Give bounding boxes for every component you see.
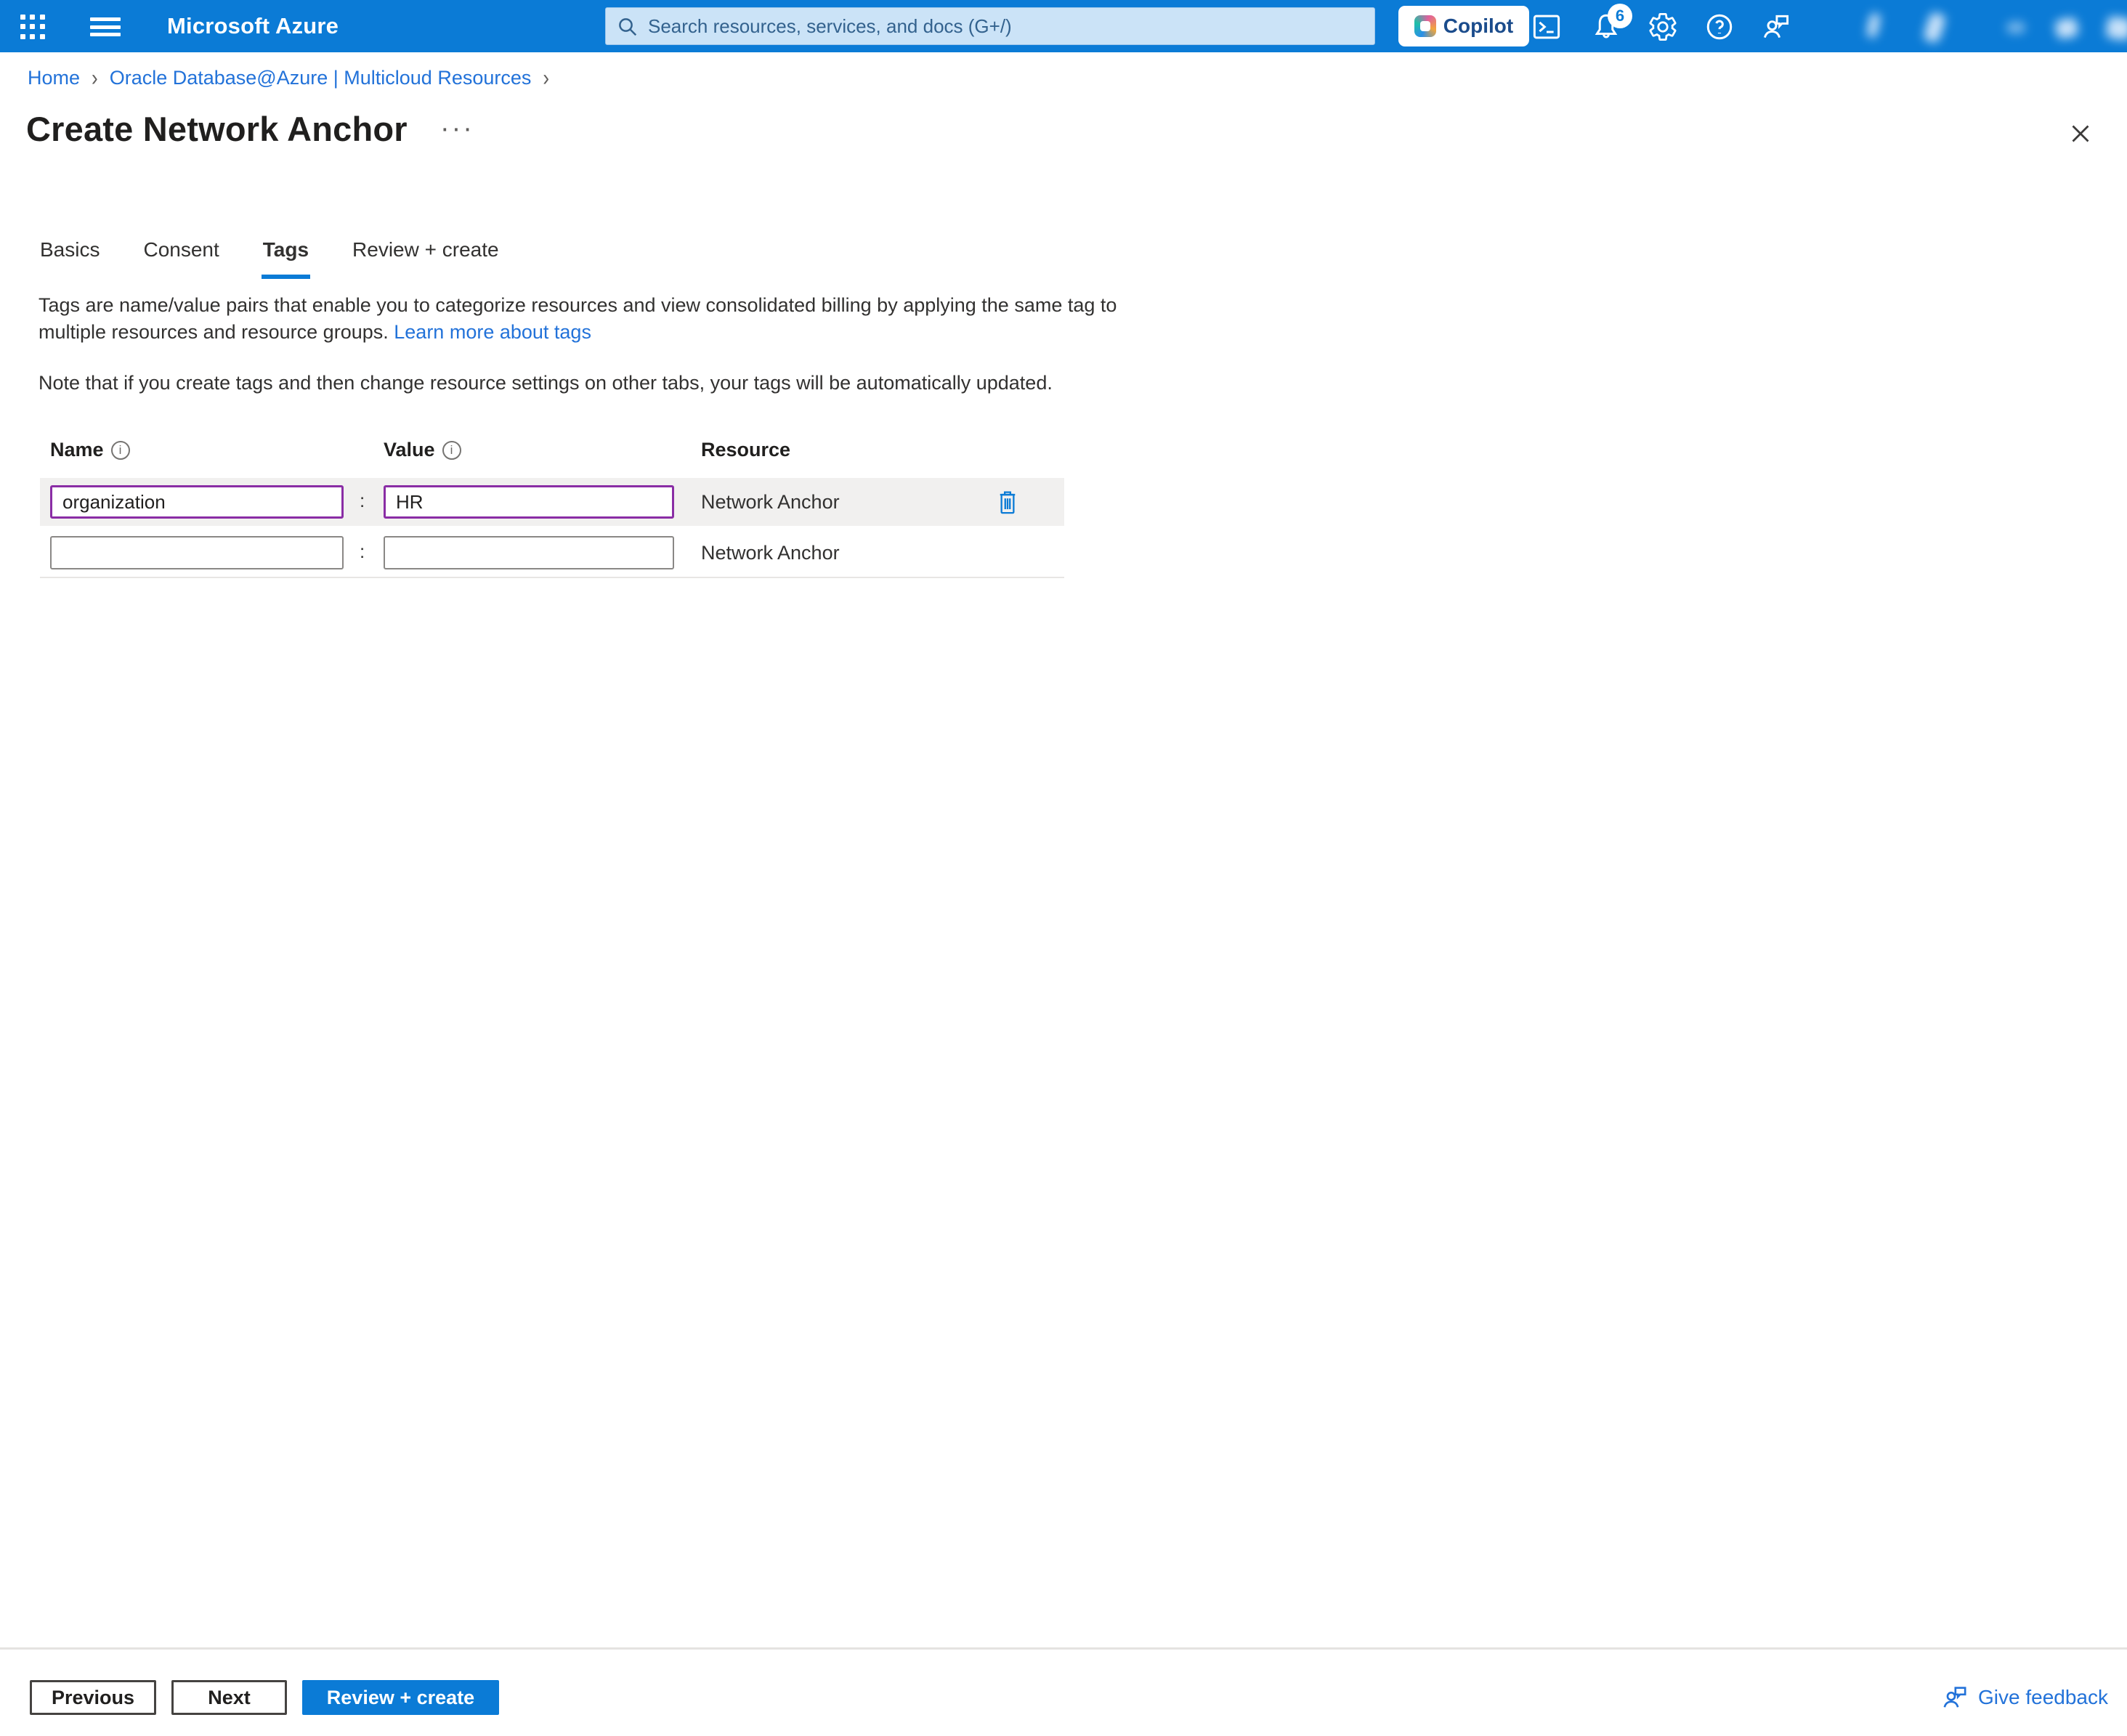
settings-gear-icon[interactable]: [1646, 10, 1680, 44]
feedback-person-icon: [1940, 1683, 1969, 1712]
tag-resource-2: Network Anchor: [701, 542, 840, 564]
cloud-shell-icon[interactable]: [1530, 10, 1563, 44]
copilot-icon: [1414, 15, 1436, 37]
tab-basics[interactable]: Basics: [39, 234, 101, 279]
top-bar: Microsoft Azure Copilot 6: [0, 0, 2127, 52]
page-title: Create Network Anchor: [26, 109, 408, 149]
hamburger-menu-icon[interactable]: [90, 15, 121, 39]
tab-consent[interactable]: Consent: [142, 234, 220, 279]
copilot-button[interactable]: Copilot: [1398, 6, 1529, 46]
breadcrumb-home[interactable]: Home: [28, 67, 80, 89]
info-icon[interactable]: i: [111, 441, 130, 460]
notification-count-badge: 6: [1608, 4, 1632, 28]
azure-brand-title: Microsoft Azure: [167, 13, 339, 39]
blurred-account-info: [1851, 0, 2127, 52]
footer-buttons: Previous Next Review + create: [30, 1680, 499, 1715]
give-feedback-link[interactable]: Give feedback: [1940, 1683, 2108, 1712]
context-menu-ellipsis-icon[interactable]: ···: [440, 115, 474, 142]
tab-review-create[interactable]: Review + create: [351, 234, 501, 279]
column-header-value: Value i: [384, 439, 461, 461]
info-icon[interactable]: i: [442, 441, 461, 460]
tags-table: Name i Value i Resource : Network Anchor: [40, 436, 1064, 581]
tag-name-input-1[interactable]: [50, 485, 344, 519]
search-input[interactable]: [605, 7, 1375, 45]
close-icon[interactable]: [2062, 115, 2099, 153]
wizard-tabs: Basics Consent Tags Review + create: [39, 234, 501, 279]
search-icon: [617, 16, 639, 38]
tags-description: Tags are name/value pairs that enable yo…: [39, 292, 1128, 346]
global-search: [605, 7, 1375, 45]
tag-name-input-2[interactable]: [50, 536, 344, 569]
learn-more-link[interactable]: Learn more about tags: [394, 321, 591, 343]
tag-row-1: : Network Anchor: [40, 478, 1064, 526]
tag-row-2: : Network Anchor: [40, 530, 1064, 575]
colon-separator: :: [360, 490, 365, 512]
help-icon[interactable]: [1703, 10, 1736, 44]
chevron-right-icon: ›: [543, 65, 549, 92]
column-header-resource: Resource: [701, 439, 790, 461]
breadcrumb: Home › Oracle Database@Azure | Multiclou…: [28, 67, 549, 89]
waffle-menu-icon[interactable]: [19, 13, 46, 41]
azure-portal: Microsoft Azure Copilot 6: [0, 0, 2127, 1736]
wizard-footer: Previous Next Review + create Give feedb…: [0, 1647, 2127, 1736]
table-row-divider: [40, 577, 1064, 578]
next-button[interactable]: Next: [171, 1680, 287, 1715]
column-header-name: Name i: [50, 439, 130, 461]
tag-resource-1: Network Anchor: [701, 491, 840, 514]
breadcrumb-oracle-multicloud[interactable]: Oracle Database@Azure | Multicloud Resou…: [110, 67, 532, 89]
review-create-button[interactable]: Review + create: [302, 1680, 499, 1715]
feedback-person-icon[interactable]: [1759, 10, 1793, 44]
delete-tag-icon[interactable]: [992, 487, 1024, 519]
notifications-bell-icon[interactable]: 6: [1589, 10, 1623, 44]
chevron-right-icon: ›: [92, 65, 98, 92]
tags-note: Note that if you create tags and then ch…: [39, 372, 1201, 394]
tab-tags[interactable]: Tags: [262, 234, 310, 279]
tag-value-input-1[interactable]: [384, 485, 674, 519]
tag-value-input-2[interactable]: [384, 536, 674, 569]
colon-separator: :: [360, 540, 365, 563]
previous-button[interactable]: Previous: [30, 1680, 156, 1715]
